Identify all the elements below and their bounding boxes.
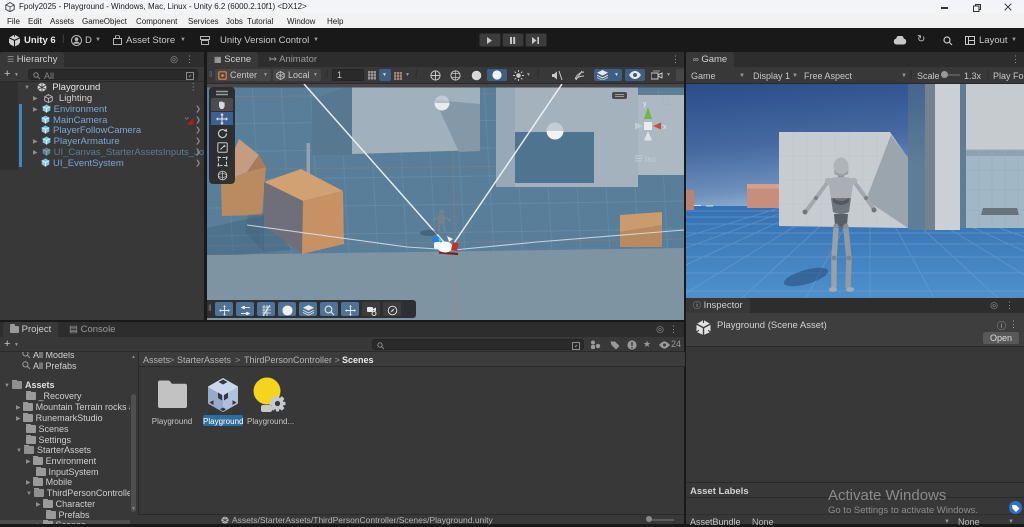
svg-text:y: y [643, 101, 647, 108]
svg-text:Iso: Iso [645, 155, 656, 164]
svg-text:x: x [663, 124, 667, 131]
